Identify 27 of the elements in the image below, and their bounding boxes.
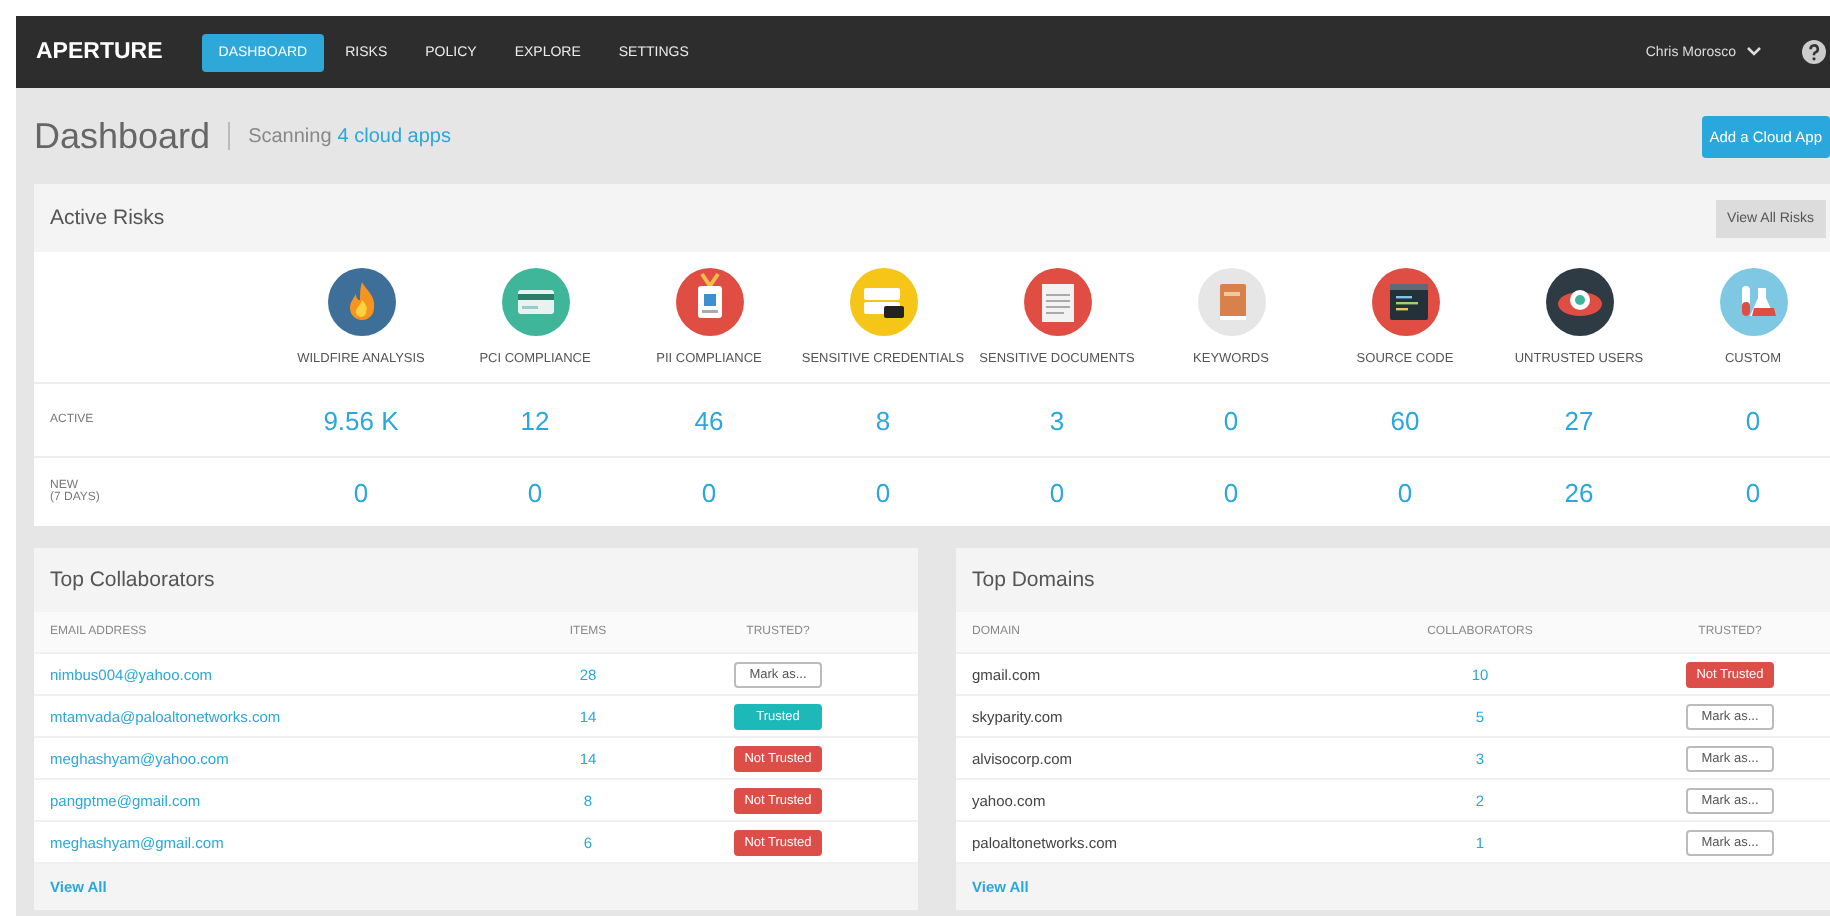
help-icon[interactable] [1802,40,1826,64]
active-count[interactable]: 27 [1564,405,1594,435]
cloud-apps-link[interactable]: 4 cloud apps [337,125,451,147]
new-count[interactable]: 0 [1223,477,1239,507]
active-count[interactable]: 0 [1223,405,1239,435]
panel-title: Active Risks [50,206,165,230]
new-count[interactable]: 0 [701,477,717,507]
chevron-down-icon [1746,46,1762,58]
app-logo: APERTURE [36,40,163,64]
new-count[interactable]: 0 [1049,477,1065,507]
panel-title: Top Collaborators [50,568,215,592]
active-count[interactable]: 8 [875,405,891,435]
new-count[interactable]: 0 [1397,477,1413,507]
active-count[interactable]: 3 [1049,405,1065,435]
active-count[interactable]: 0 [1745,405,1761,435]
new-count[interactable]: 26 [1564,477,1594,507]
active-count[interactable]: 12 [520,405,550,435]
new-count[interactable]: 0 [353,477,369,507]
panel-title: Top Domains [972,568,1095,592]
active-count[interactable]: 46 [694,405,724,435]
new-count[interactable]: 0 [1745,477,1761,507]
new-count[interactable]: 0 [875,477,891,507]
page-title: Dashboard [34,115,211,157]
active-count[interactable]: 60 [1390,405,1420,435]
scanning-text: Scanning [248,125,332,147]
active-count[interactable]: 9.56 K [323,405,399,435]
new-count[interactable]: 0 [527,477,543,507]
